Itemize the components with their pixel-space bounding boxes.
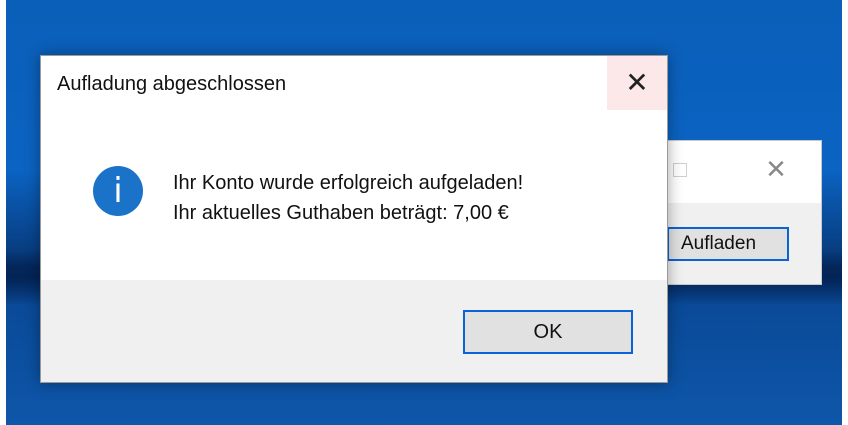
maximize-icon[interactable] (673, 163, 687, 177)
close-icon[interactable]: ✕ (759, 155, 793, 185)
dialog-footer: OK (41, 280, 667, 382)
message-line-2: Ihr aktuelles Guthaben beträgt: 7,00 € (173, 202, 509, 224)
message-dialog: Aufladung abgeschlossen ✕ i Ihr Konto wu… (40, 55, 668, 383)
background-window-titlebar: ✕ (661, 141, 821, 203)
aufladen-button[interactable]: Aufladen (667, 227, 789, 261)
background-window: ✕ Aufladen (660, 140, 822, 285)
info-icon: i (93, 166, 143, 216)
ok-button[interactable]: OK (463, 310, 633, 354)
message-line-1: Ihr Konto wurde erfolgreich aufgeladen! (173, 172, 524, 194)
dialog-message: Ihr Konto wurde erfolgreich aufgeladen! … (173, 168, 523, 228)
dialog-close-button[interactable]: ✕ (607, 56, 667, 110)
dialog-title: Aufladung abgeschlossen (57, 73, 287, 95)
